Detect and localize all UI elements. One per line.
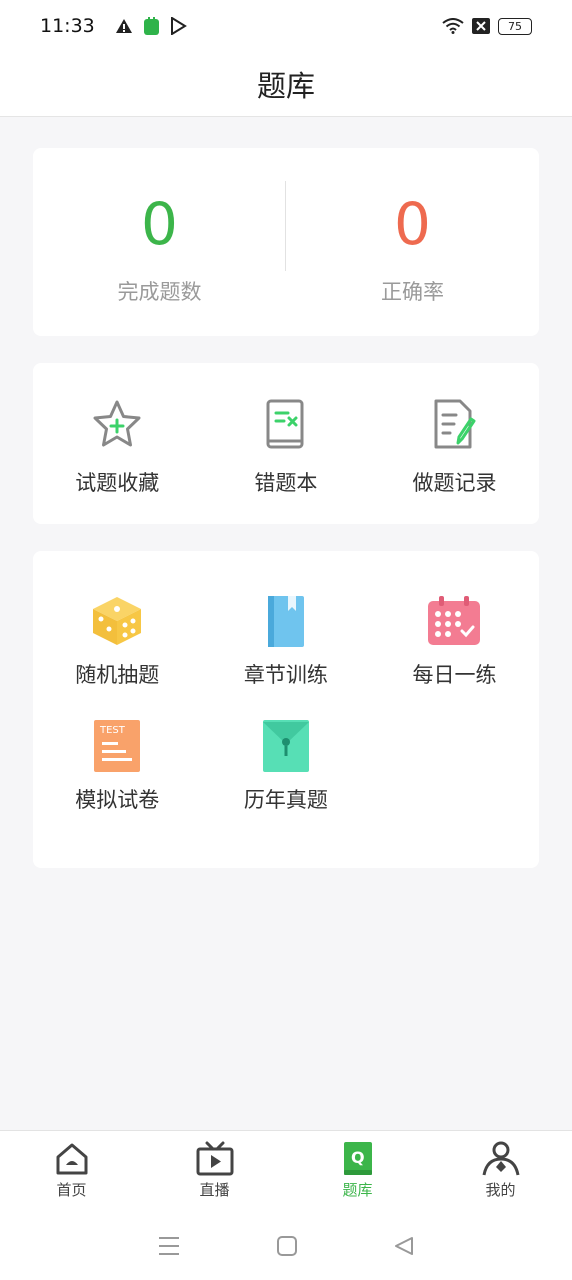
warning-icon (115, 19, 132, 33)
tab-live[interactable]: 直播 (143, 1131, 286, 1212)
question-bank-icon: Q (343, 1142, 372, 1175)
favorites-label: 试题收藏 (75, 471, 160, 495)
user-icon (482, 1141, 519, 1176)
home-square-icon[interactable] (276, 1236, 297, 1256)
battery-indicator: 75 (498, 17, 532, 35)
mock-exam-label: 模拟试卷 (75, 788, 160, 812)
status-bar: 11:33 75 (0, 0, 572, 52)
book-icon (267, 596, 304, 647)
system-nav-bar (0, 1212, 572, 1280)
favorites-button[interactable]: 试题收藏 (33, 363, 202, 524)
tools-card: 试题收藏 错题本 做题记录 (33, 363, 539, 524)
daily-practice-button[interactable]: 每日一练 (370, 595, 539, 689)
back-icon[interactable] (394, 1236, 414, 1256)
envelope-icon (262, 720, 309, 772)
completed-label: 完成题数 (117, 280, 202, 304)
calendar-icon (428, 596, 481, 645)
accuracy-label: 正确率 (381, 280, 444, 304)
tab-home[interactable]: 首页 (0, 1131, 143, 1212)
completed-count: 0 (141, 190, 178, 258)
completed-stat: 0 完成题数 (33, 148, 286, 336)
past-papers-button[interactable]: 历年真题 (202, 720, 371, 814)
accuracy-value: 0 (394, 190, 431, 258)
status-time: 11:33 (40, 15, 95, 37)
random-practice-label: 随机抽题 (75, 663, 160, 687)
tab-mine[interactable]: 我的 (429, 1131, 572, 1212)
mock-exam-button[interactable]: TEST 模拟试卷 (33, 720, 202, 814)
records-label: 做题记录 (412, 471, 497, 495)
tab-question-bank[interactable]: Q 题库 (286, 1131, 429, 1212)
page-header: 题库 (0, 52, 572, 117)
test-badge: TEST (99, 725, 126, 736)
record-icon (434, 399, 476, 449)
app-notification-icon (143, 16, 159, 35)
past-papers-label: 历年真题 (243, 788, 328, 812)
play-store-icon (170, 17, 187, 35)
home-icon (56, 1143, 87, 1175)
tv-icon (196, 1141, 233, 1176)
wrong-book-icon (266, 399, 304, 449)
page-title: 题库 (256, 69, 315, 103)
no-sim-icon (472, 18, 490, 34)
tab-mine-label: 我的 (485, 1181, 516, 1199)
wifi-icon (442, 18, 464, 34)
bottom-tab-bar: 首页 直播 Q 题库 我的 (0, 1130, 572, 1212)
records-button[interactable]: 做题记录 (370, 363, 539, 524)
practice-card: 随机抽题 章节训练 每日一练 TEST 模拟试卷 历年真题 (33, 551, 539, 868)
accuracy-stat: 0 正确率 (286, 148, 539, 336)
tab-question-bank-label: 题库 (342, 1181, 373, 1199)
random-practice-button[interactable]: 随机抽题 (33, 595, 202, 689)
stats-card: 0 完成题数 0 正确率 (33, 148, 539, 336)
dice-icon (93, 597, 142, 645)
wrong-book-button[interactable]: 错题本 (202, 363, 371, 524)
menu-icon[interactable] (158, 1236, 180, 1256)
star-plus-icon (93, 400, 141, 447)
chapter-training-label: 章节训练 (243, 663, 328, 687)
stats-divider (285, 181, 286, 271)
tab-home-label: 首页 (56, 1181, 87, 1199)
tab-live-label: 直播 (199, 1181, 230, 1199)
wrong-book-label: 错题本 (254, 471, 318, 495)
test-paper-icon: TEST (94, 720, 141, 772)
svg-text:Q: Q (351, 1148, 365, 1167)
daily-practice-label: 每日一练 (412, 663, 497, 687)
chapter-training-button[interactable]: 章节训练 (202, 595, 371, 689)
